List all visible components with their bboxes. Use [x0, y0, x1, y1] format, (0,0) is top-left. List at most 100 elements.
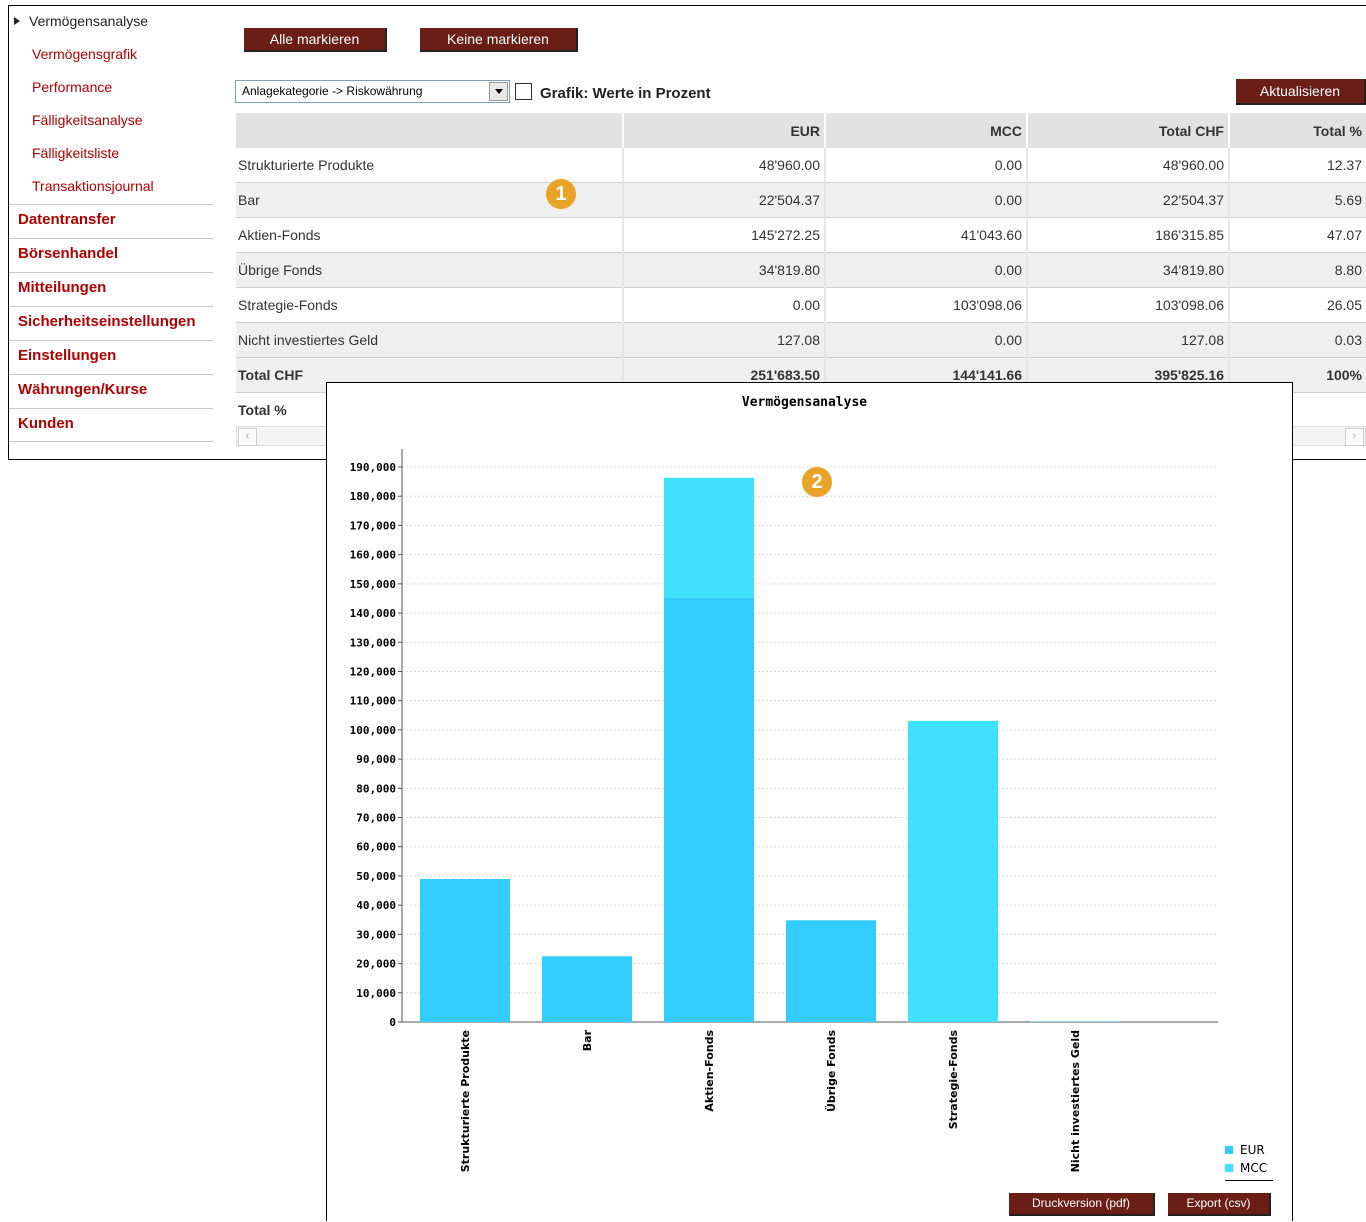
sidebar-item-label: Fälligkeitsanalyse — [32, 112, 143, 128]
table-header-row: EUR MCC Total CHF Total % — [236, 113, 1366, 148]
y-tick-label: 140,000 — [350, 607, 396, 620]
percent-checkbox[interactable] — [515, 83, 532, 100]
update-button[interactable]: Aktualisieren — [1236, 79, 1366, 105]
table-cell: Strukturierte Produkte — [236, 148, 623, 183]
x-tick-label: Strukturierte Produkte — [459, 1030, 472, 1172]
sidebar-item-mitteilungen[interactable]: Mitteilungen — [9, 272, 213, 306]
table-row: Strukturierte Produkte 48'960.00 0.00 48… — [236, 148, 1366, 183]
y-tick-label: 110,000 — [350, 695, 396, 708]
y-tick-label: 190,000 — [350, 461, 396, 474]
bar — [542, 956, 632, 1022]
bar-chart: 010,00020,00030,00040,00050,00060,00070,… — [327, 383, 1292, 1222]
table-cell: 47.07 — [1229, 218, 1366, 253]
export-csv-button[interactable]: Export (csv) — [1168, 1193, 1271, 1216]
column-header-total-chf: Total CHF — [1027, 113, 1229, 148]
bar — [908, 721, 998, 1022]
sidebar-item-faelligkeitsanalyse[interactable]: Fälligkeitsanalyse — [9, 105, 213, 138]
sidebar-item-performance[interactable]: Performance — [9, 72, 213, 105]
y-tick-label: 10,000 — [356, 987, 396, 1000]
mark-all-button[interactable]: Alle markieren — [244, 28, 387, 52]
triangle-right-icon — [14, 17, 20, 25]
table-cell: 48'960.00 — [1027, 148, 1229, 183]
y-tick-label: 100,000 — [350, 724, 396, 737]
table-cell: 0.00 — [623, 288, 825, 323]
table-cell: 34'819.80 — [623, 253, 825, 288]
table-cell: 26.05 — [1229, 288, 1366, 323]
table-cell: 127.08 — [1027, 323, 1229, 358]
y-tick-label: 90,000 — [356, 753, 396, 766]
table-cell: 0.00 — [825, 183, 1027, 218]
table-cell: Strategie-Fonds — [236, 288, 623, 323]
column-header-mcc: MCC — [825, 113, 1027, 148]
percent-checkbox-label: Grafik: Werte in Prozent — [540, 85, 711, 102]
bar — [664, 478, 754, 598]
legend-item-mcc: MCC — [1225, 1159, 1273, 1177]
callout-badge-2: 2 — [802, 467, 832, 497]
table-cell: 0.00 — [825, 148, 1027, 183]
legend-item-eur: EUR — [1225, 1141, 1273, 1159]
table-cell: 12.37 — [1229, 148, 1366, 183]
chart-legend: EUR MCC — [1225, 1141, 1273, 1181]
y-tick-label: 30,000 — [356, 928, 396, 941]
x-tick-label: Bar — [581, 1029, 594, 1051]
table-cell: 5.69 — [1229, 183, 1366, 218]
sidebar-item-boersenhandel[interactable]: Börsenhandel — [9, 238, 213, 272]
sidebar-item-faelligkeitsliste[interactable]: Fälligkeitsliste — [9, 138, 213, 171]
asset-table-container: EUR MCC Total CHF Total % Strukturierte … — [236, 113, 1366, 428]
sidebar-item-label: Fälligkeitsliste — [32, 145, 119, 161]
sidebar-item-kunden[interactable]: Kunden — [9, 408, 213, 442]
column-header-eur: EUR — [623, 113, 825, 148]
sidebar-item-datentransfer[interactable]: Datentransfer — [9, 204, 213, 238]
sidebar-item-label: Vermögensgrafik — [32, 46, 137, 62]
table-cell: 22'504.37 — [1027, 183, 1229, 218]
table-cell: 103'098.06 — [825, 288, 1027, 323]
table-cell: 145'272.25 — [623, 218, 825, 253]
chevron-down-icon[interactable] — [489, 82, 508, 101]
legend-swatch — [1225, 1164, 1233, 1172]
y-tick-label: 170,000 — [350, 519, 396, 532]
x-tick-label: Nicht investiertes Geld — [1069, 1030, 1082, 1172]
asset-table: EUR MCC Total CHF Total % Strukturierte … — [236, 113, 1366, 428]
table-cell: 48'960.00 — [623, 148, 825, 183]
table-cell: 34'819.80 — [1027, 253, 1229, 288]
table-cell: 186'315.85 — [1027, 218, 1229, 253]
category-select-value: Anlagekategorie -> Riskowährung — [242, 84, 422, 98]
sidebar-item-label: Transaktionsjournal — [32, 178, 154, 194]
callout-badge-1: 1 — [546, 179, 576, 209]
scroll-right-icon[interactable]: › — [1345, 428, 1364, 446]
x-tick-label: Strategie-Fonds — [947, 1030, 960, 1130]
x-tick-label: Übrige Fonds — [824, 1030, 838, 1112]
x-tick-label: Aktien-Fonds — [703, 1030, 716, 1112]
y-tick-label: 130,000 — [350, 636, 396, 649]
table-cell: 22'504.37 — [623, 183, 825, 218]
y-tick-label: 120,000 — [350, 665, 396, 678]
y-tick-label: 40,000 — [356, 899, 396, 912]
y-tick-label: 0 — [389, 1016, 396, 1029]
category-select[interactable]: Anlagekategorie -> Riskowährung — [235, 80, 510, 103]
sidebar-item-vermoegensanalyse[interactable]: Vermögensanalyse — [9, 6, 213, 39]
table-cell: 0.00 — [825, 323, 1027, 358]
sidebar-item-waehrungen-kurse[interactable]: Währungen/Kurse — [9, 374, 213, 408]
y-tick-label: 50,000 — [356, 870, 396, 883]
scroll-left-icon[interactable]: ‹ — [238, 428, 257, 446]
bar — [786, 920, 876, 1022]
table-cell: 8.80 — [1229, 253, 1366, 288]
y-tick-label: 70,000 — [356, 812, 396, 825]
table-cell: 0.00 — [825, 253, 1027, 288]
sidebar-item-vermoegensgrafik[interactable]: Vermögensgrafik — [9, 39, 213, 72]
sidebar-item-sicherheitseinstellungen[interactable]: Sicherheitseinstellungen — [9, 306, 213, 340]
mark-none-button[interactable]: Keine markieren — [420, 28, 578, 52]
legend-swatch — [1225, 1146, 1233, 1154]
print-pdf-button[interactable]: Druckversion (pdf) — [1009, 1193, 1155, 1216]
table-cell: 103'098.06 — [1027, 288, 1229, 323]
legend-label: EUR — [1240, 1143, 1265, 1157]
y-tick-label: 80,000 — [356, 782, 396, 795]
chart-panel: Vermögensanalyse 010,00020,00030,00040,0… — [326, 382, 1293, 1221]
sidebar-item-einstellungen[interactable]: Einstellungen — [9, 340, 213, 374]
sidebar-item-label: Vermögensanalyse — [29, 13, 148, 29]
table-row: Übrige Fonds 34'819.80 0.00 34'819.80 8.… — [236, 253, 1366, 288]
sidebar-item-transaktionsjournal[interactable]: Transaktionsjournal — [9, 171, 213, 204]
sidebar-item-label: Performance — [32, 79, 112, 95]
table-row: Aktien-Fonds 145'272.25 41'043.60 186'31… — [236, 218, 1366, 253]
table-cell: 41'043.60 — [825, 218, 1027, 253]
